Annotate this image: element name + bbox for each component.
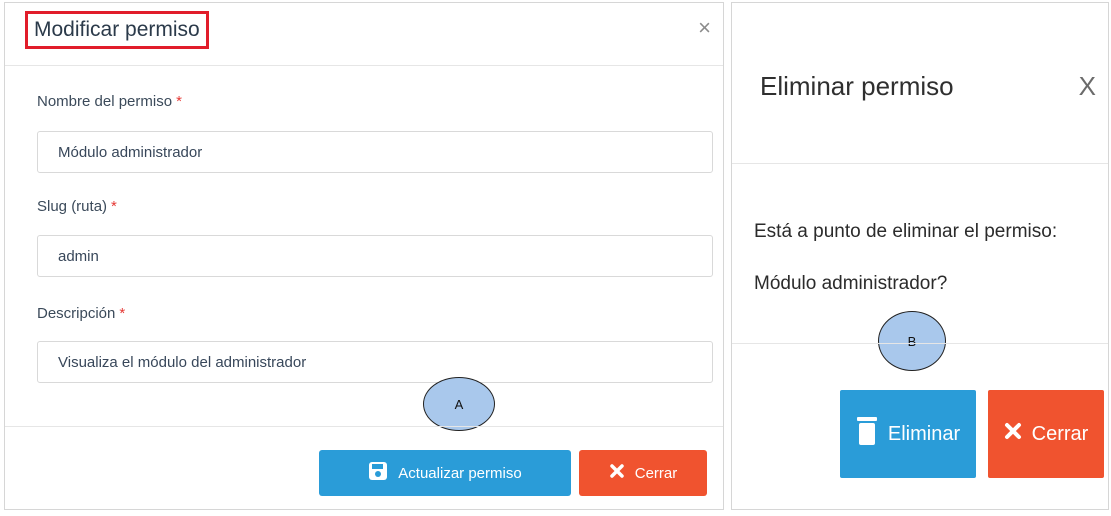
required-mark: * — [119, 305, 126, 322]
description-input[interactable] — [37, 341, 713, 383]
close-icon[interactable]: × — [698, 15, 711, 41]
update-permission-button[interactable]: Actualizar permiso — [319, 450, 571, 496]
delete-button-label: Eliminar — [887, 422, 961, 445]
slug-input[interactable] — [37, 235, 713, 277]
x-icon — [1004, 422, 1022, 446]
slug-label-text: Slug (ruta) — [37, 198, 108, 215]
x-icon — [609, 463, 625, 483]
close-button-label: Cerrar — [1031, 422, 1089, 445]
delete-dialog-divider — [732, 343, 1108, 344]
delete-dialog-header: Eliminar permiso X — [732, 3, 1108, 164]
delete-button[interactable]: Eliminar — [840, 390, 976, 478]
delete-permission-dialog: Eliminar permiso X Está a punto de elimi… — [731, 2, 1109, 510]
edit-dialog-footer — [5, 426, 723, 427]
close-icon[interactable]: X — [1079, 71, 1096, 102]
trash-icon — [856, 416, 878, 452]
edit-dialog-header: Modificar permiso × — [5, 3, 723, 66]
delete-dialog-title: Eliminar permiso — [760, 71, 954, 101]
close-button[interactable]: Cerrar — [988, 390, 1104, 478]
permission-name-label: Nombre del permiso * — [37, 93, 182, 110]
required-mark: * — [111, 198, 117, 215]
edit-dialog-title: Modificar permiso — [25, 11, 209, 49]
close-button-label: Cerrar — [634, 464, 678, 482]
description-label: Descripción * — [37, 305, 125, 322]
edit-permission-dialog: Modificar permiso × Nombre del permiso * … — [4, 2, 724, 510]
save-icon — [368, 461, 388, 485]
slug-label: Slug (ruta) * — [37, 198, 117, 215]
delete-confirmation-message: Está a punto de eliminar el permiso: — [754, 221, 1058, 242]
permission-name-input[interactable] — [37, 131, 713, 173]
close-button[interactable]: Cerrar — [579, 450, 707, 496]
update-permission-label: Actualizar permiso — [398, 464, 522, 482]
annotation-marker-a: A — [423, 377, 495, 431]
annotation-marker-b: B — [878, 311, 946, 371]
description-label-text: Descripción — [37, 305, 116, 322]
delete-target-name: Módulo administrador? — [754, 273, 948, 294]
required-mark: * — [176, 93, 182, 110]
permission-name-label-text: Nombre del permiso — [37, 93, 173, 110]
